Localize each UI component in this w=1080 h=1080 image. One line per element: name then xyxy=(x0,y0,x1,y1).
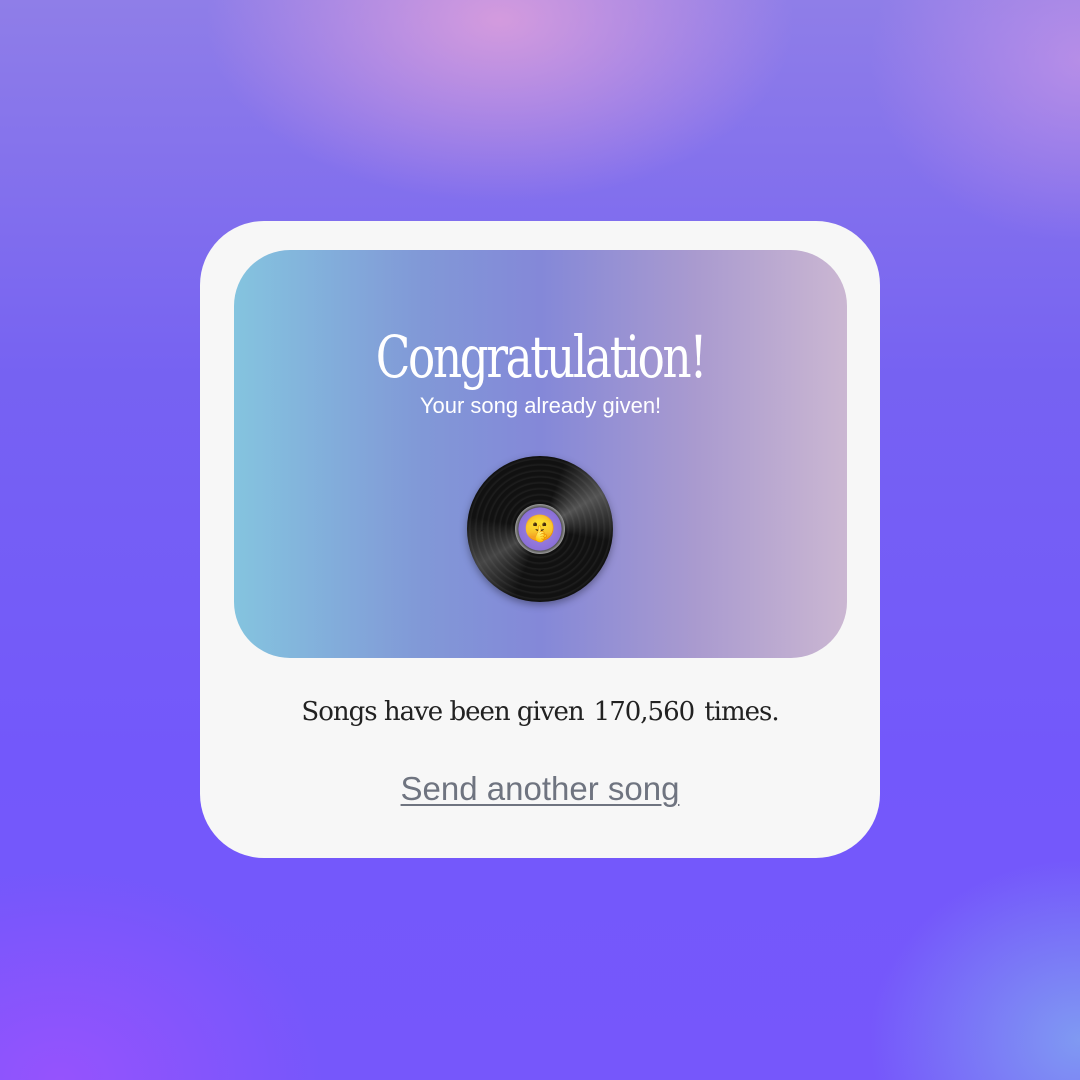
record-label: 🤫 xyxy=(515,504,565,554)
songs-given-count-text: Songs have been given 170,560 times. xyxy=(200,699,880,725)
songs-given-count: 170,560 xyxy=(593,697,696,727)
send-another-song-link[interactable]: Send another song xyxy=(200,772,880,805)
congratulation-card: Congratulation! Your song already given!… xyxy=(200,221,880,858)
congratulation-subtitle: Your song already given! xyxy=(419,393,662,418)
shushing-face-icon: 🤫 xyxy=(523,514,557,544)
count-prefix: Songs have been given xyxy=(301,697,584,727)
vinyl-record-icon: 🤫 xyxy=(467,456,613,602)
congratulation-banner: Congratulation! Your song already given!… xyxy=(234,250,847,658)
count-suffix: times. xyxy=(704,697,779,727)
congratulation-title: Congratulation! xyxy=(375,323,708,391)
